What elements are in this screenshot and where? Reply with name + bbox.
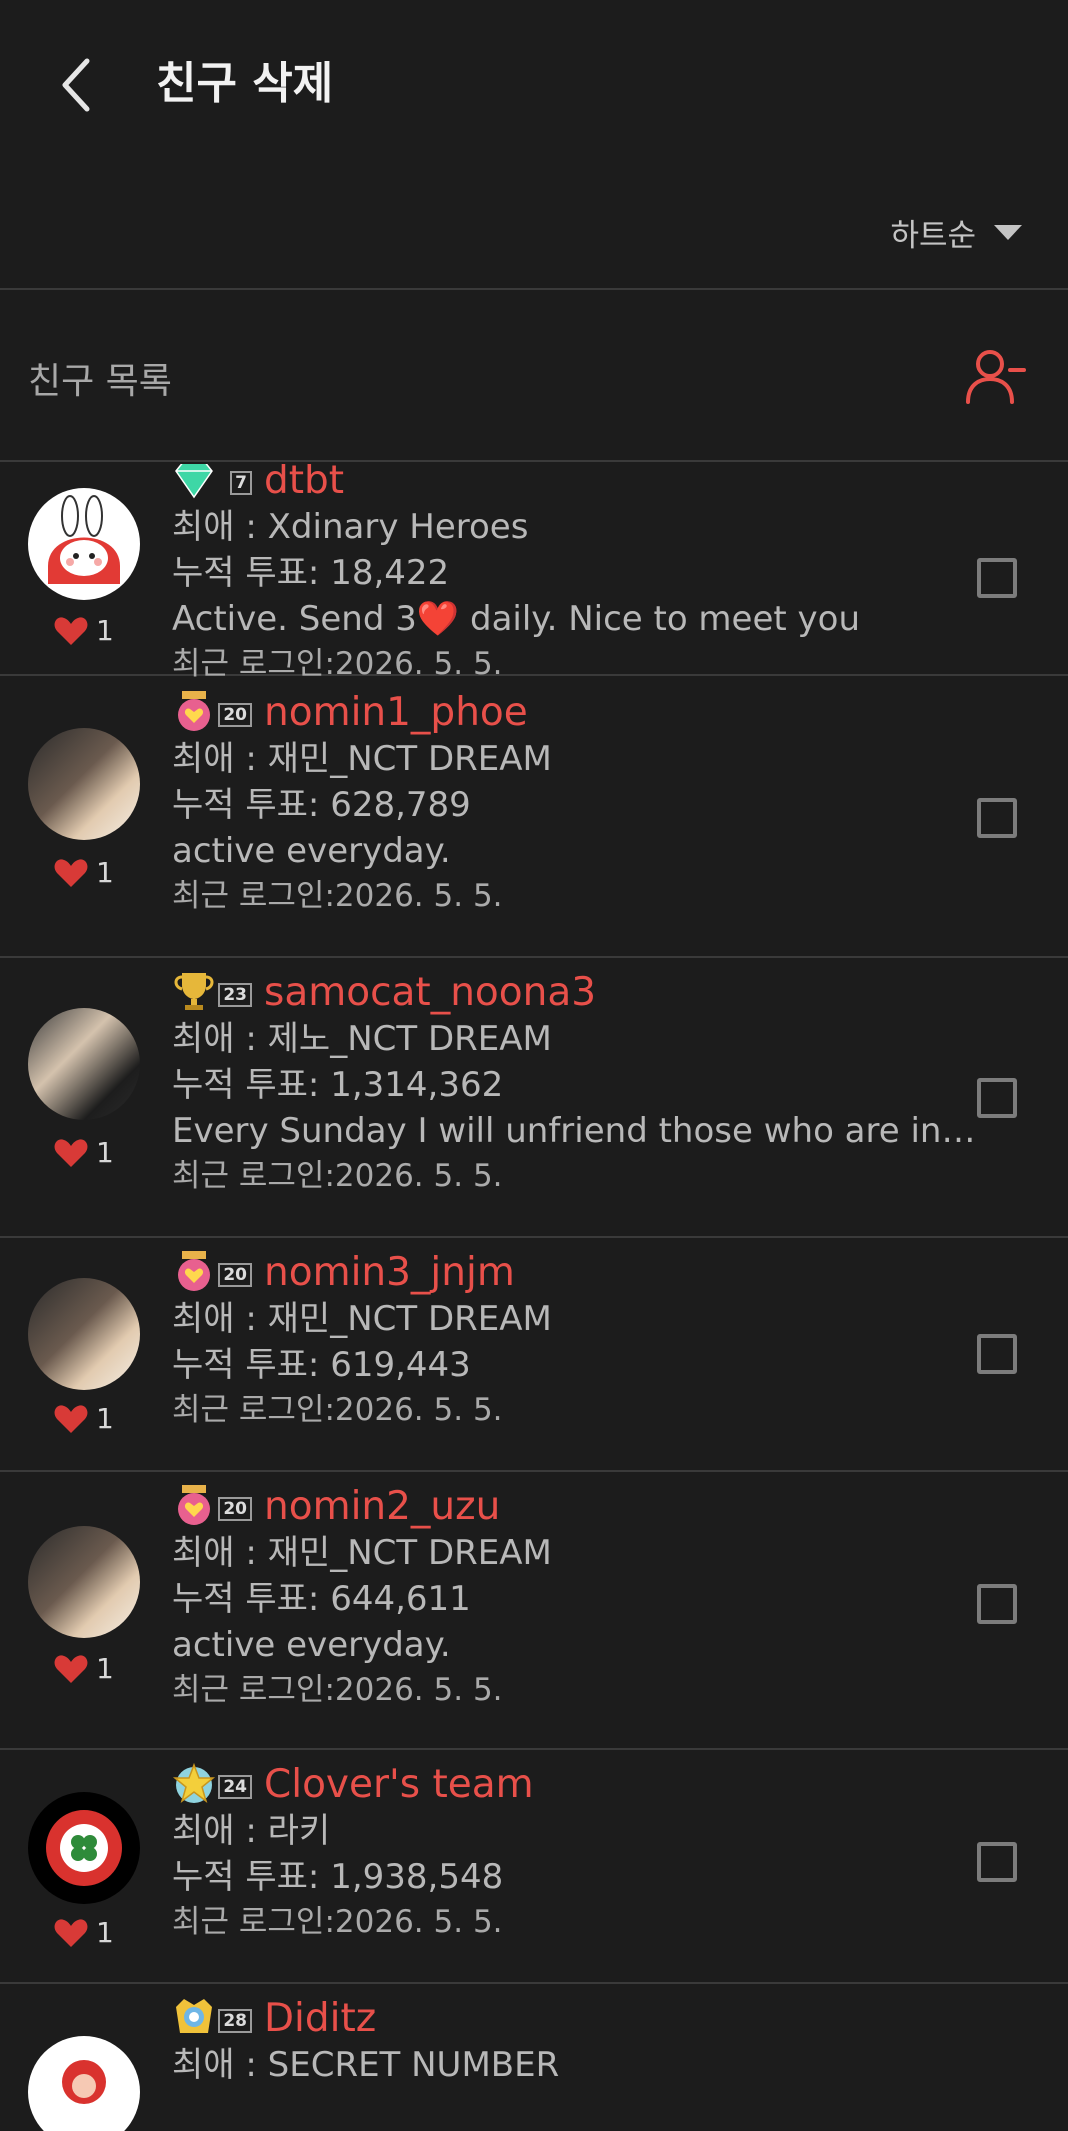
friend-info: 24 Clover's team 최애 : 라키 누적 투표: 1,938,54… (172, 1761, 534, 1941)
friend-list-title: 친구 목록 (28, 361, 172, 402)
friend-name: nomin2_uzu (264, 1483, 501, 1529)
friend-row[interactable]: 28 Diditz 최애 : SECRET NUMBER (0, 1984, 1068, 2131)
star-badge: 24 (172, 1761, 252, 1807)
favorite-idol: 재민_NCT DREAM (267, 1299, 552, 1339)
sort-dropdown[interactable]: 하트순 (890, 210, 1022, 255)
select-checkbox[interactable] (977, 1078, 1017, 1118)
heart-count: 1 (54, 856, 114, 889)
clover-logo-avatar (28, 1792, 140, 1904)
select-checkbox[interactable] (977, 1842, 1017, 1882)
bunny-character-avatar (28, 488, 140, 600)
friend-row[interactable]: 1 20 nomin3_jnjm 최애 : 재민_NCT DREAM 누적 투표… (0, 1238, 1068, 1472)
total-votes: 18,422 (330, 553, 450, 593)
friend-row[interactable]: 1 7 dtbt 최애 : Xdinary Heroes 누적 투표: 18,4… (0, 464, 1068, 682)
friend-list[interactable]: 1 7 dtbt 최애 : Xdinary Heroes 누적 투표: 18,4… (0, 464, 1068, 2131)
favorite-idol: 재민_NCT DREAM (267, 1533, 552, 1573)
sort-label: 하트순 (890, 218, 976, 254)
character-avatar (28, 2036, 140, 2131)
friend-info: 20 nomin3_jnjm 최애 : 재민_NCT DREAM 누적 투표: … (172, 1249, 552, 1429)
friend-info: 20 nomin1_phoe 최애 : 재민_NCT DREAM 누적 투표: … (172, 688, 988, 918)
heart-count: 1 (54, 1136, 114, 1169)
favorite-idol: SECRET NUMBER (267, 2045, 560, 2085)
heart-count: 1 (54, 1916, 114, 1949)
heart-crown-badge: 20 (172, 689, 252, 735)
friend-name: dtbt (264, 464, 345, 503)
heart-count: 1 (54, 1402, 114, 1435)
select-checkbox[interactable] (977, 798, 1017, 838)
heart-count: 1 (54, 1652, 114, 1685)
back-button[interactable] (55, 55, 105, 115)
user-minus-icon (966, 350, 1026, 404)
heart-icon (54, 1404, 88, 1433)
last-login: 2026. 5. 5. (334, 1672, 503, 1708)
diamond-badge: 7 (172, 464, 252, 503)
heart-count: 1 (54, 614, 114, 647)
photo-avatar (28, 1008, 140, 1120)
photo-avatar (28, 1526, 140, 1638)
sort-bar: 하트순 (0, 200, 1068, 290)
sun-crown-badge: 28 (172, 1995, 252, 2041)
friend-name: Clover's team (264, 1761, 534, 1807)
favorite-idol: 라키 (267, 1811, 331, 1851)
favorite-idol: 제노_NCT DREAM (267, 1019, 552, 1059)
trophy-badge: 23 (172, 969, 252, 1015)
heart-icon (54, 858, 88, 887)
total-votes: 1,938,548 (330, 1857, 504, 1897)
friend-name: samocat_noona3 (264, 969, 597, 1015)
page-title: 친구 삭제 (156, 58, 334, 109)
favorite-idol: 재민_NCT DREAM (267, 739, 552, 779)
friend-row[interactable]: 1 20 nomin2_uzu 최애 : 재민_NCT DREAM 누적 투표:… (0, 1472, 1068, 1750)
friend-name: nomin1_phoe (264, 689, 528, 735)
friend-row[interactable]: 1 24 Clover's team 최애 : 라키 누적 투표: 1,938,… (0, 1750, 1068, 1984)
last-login: 2026. 5. 5. (334, 1904, 503, 1940)
app-header: 친구 삭제 (0, 0, 1068, 170)
friend-list-header: 친구 목록 (0, 290, 1068, 462)
caret-down-icon (994, 225, 1022, 240)
favorite-idol: Xdinary Heroes (267, 507, 529, 547)
friend-name: Diditz (264, 1995, 377, 2041)
select-checkbox[interactable] (977, 1334, 1017, 1374)
remove-friend-button[interactable] (964, 344, 1028, 408)
select-checkbox[interactable] (977, 1584, 1017, 1624)
total-votes: 1,314,362 (330, 1065, 504, 1105)
chevron-left-icon (62, 58, 90, 112)
status-message: active everyday. (172, 831, 451, 871)
friend-row[interactable]: 1 20 nomin1_phoe 최애 : 재민_NCT DREAM 누적 투표… (0, 678, 1068, 958)
total-votes: 644,611 (330, 1579, 471, 1619)
total-votes: 628,789 (330, 785, 471, 825)
heart-icon (54, 1138, 88, 1167)
heart-crown-badge: 20 (172, 1483, 252, 1529)
status-message: Active. Send 3❤️ daily. Nice to meet you (172, 599, 861, 639)
last-login: 2026. 5. 5. (334, 1158, 503, 1194)
last-login: 2026. 5. 5. (334, 646, 503, 682)
heart-crown-badge: 20 (172, 1249, 252, 1295)
status-message: active everyday. (172, 1625, 451, 1665)
photo-avatar (28, 1278, 140, 1390)
last-login: 2026. 5. 5. (334, 878, 503, 914)
friend-info: 7 dtbt 최애 : Xdinary Heroes 누적 투표: 18,422… (172, 464, 988, 686)
status-message: Every Sunday I will unfriend those who a… (172, 1111, 988, 1151)
friend-name: nomin3_jnjm (264, 1249, 515, 1295)
total-votes: 619,443 (330, 1345, 471, 1385)
last-login: 2026. 5. 5. (334, 1392, 503, 1428)
heart-icon (54, 1654, 88, 1683)
select-checkbox[interactable] (977, 558, 1017, 598)
heart-icon (54, 616, 88, 645)
photo-avatar (28, 728, 140, 840)
friend-row[interactable]: 1 23 samocat_noona3 최애 : 제노_NCT DREAM 누적… (0, 958, 1068, 1238)
heart-icon (54, 1918, 88, 1947)
friend-info: 23 samocat_noona3 최애 : 제노_NCT DREAM 누적 투… (172, 969, 988, 1195)
friend-info: 28 Diditz 최애 : SECRET NUMBER (172, 1995, 560, 2086)
friend-info: 20 nomin2_uzu 최애 : 재민_NCT DREAM 누적 투표: 6… (172, 1482, 988, 1712)
